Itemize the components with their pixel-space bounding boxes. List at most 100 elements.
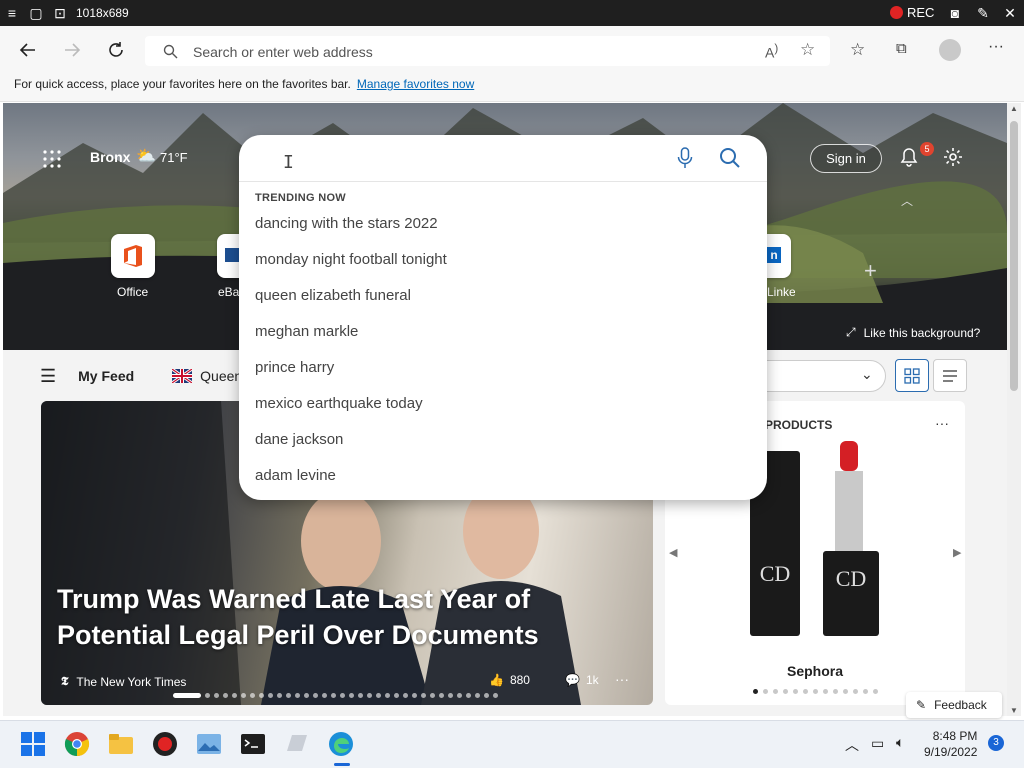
my-feed-tab[interactable]: My Feed [78,368,134,384]
feedback-button[interactable]: ✎ Feedback [906,692,1002,718]
window-title: 1018x689 [76,6,129,20]
card-more-icon[interactable]: ··· [615,671,629,687]
taskbar: ︿ ▭ 🔈︎ [0,720,1024,768]
search-submit-icon[interactable] [719,147,741,174]
crop-icon[interactable]: ⊡ [52,5,68,21]
carousel-prev-icon[interactable]: ◀ [669,546,677,559]
volume-icon[interactable]: 🔈︎ [896,734,904,751]
quicklink-office[interactable] [111,234,155,278]
rec-label: REC [907,5,935,20]
window-titlebar: ≡ ▢ ⊡ 1018x689 REC ◙ ✎ ✕ [0,0,1024,26]
like-background-button[interactable]: ⤢ Like this background? [846,325,980,340]
feedback-icon: ✎ [916,698,927,712]
scrollbar-thumb[interactable] [1010,121,1018,391]
partly-sunny-icon: ⛅ [136,148,156,165]
ebay-bag-icon [225,248,239,262]
hamburger-icon[interactable]: ≡ [4,5,20,21]
feed-menu-icon[interactable]: ☰ [40,366,56,387]
office-logo-icon [124,245,142,267]
settings-gear-icon[interactable] [943,147,963,172]
app-icon[interactable] [284,731,310,757]
carousel-dots[interactable] [173,693,498,698]
window-icon[interactable]: ▢ [28,5,44,21]
quicklink-linkedin[interactable]: n [767,234,791,278]
terminal-icon[interactable] [240,731,266,757]
scroll-up-icon[interactable]: ▲ [1010,104,1018,113]
weather-location[interactable]: Bronx [90,149,130,165]
edge-icon[interactable] [328,731,354,757]
pen-icon[interactable]: ✎ [975,5,991,21]
quicklink-ebay[interactable] [217,234,239,278]
reactions-button[interactable]: 👍 880 [489,673,530,687]
comments-button[interactable]: 💬 1k [565,673,599,687]
news-source-label: The New York Times [76,674,187,689]
search-suggestions-popup: I TRENDING NOW dancing with the stars 20… [239,135,767,500]
add-favorite-icon[interactable]: ☆ [800,40,815,60]
nyt-logo-icon: 𝕿 [61,674,69,688]
address-bar[interactable]: Search or enter web address A) ☆ [145,36,830,66]
photos-icon[interactable] [196,731,222,757]
screen-recorder-icon[interactable] [152,731,178,757]
weather-temperature[interactable]: 71°F [160,150,188,165]
more-options-icon[interactable]: ··· [988,38,1004,56]
add-shortcut-icon[interactable]: + [864,258,877,284]
suggestion-item[interactable]: dane jackson [255,429,447,465]
product-brand[interactable]: Sephora [665,663,965,679]
suggestion-item[interactable]: mexico earthquake today [255,393,447,429]
feed-nav: ☰ My Feed Queen [40,362,242,390]
grid-icon [904,367,920,384]
products-card-header: PRODUCTS [765,418,833,432]
chevron-up-icon[interactable]: ︿ [901,192,913,209]
suggestions-list: dancing with the stars 2022 monday night… [255,213,447,501]
chevron-up-icon[interactable]: ︿ [845,735,859,755]
favorites-bar: For quick access, place your favorites h… [14,77,474,91]
like-background-label: Like this background? [863,325,981,340]
camera-icon[interactable]: ◙ [947,5,963,21]
suggestion-item[interactable]: adam levine [255,465,447,501]
list-view-button[interactable] [933,359,967,392]
page-scrollbar[interactable] [1007,103,1021,716]
news-headline[interactable]: Trump Was Warned Late Last Year of Poten… [57,581,577,653]
chrome-icon[interactable] [64,731,90,757]
product-carousel-dots[interactable] [753,689,878,694]
taskbar-clock[interactable]: 8:48 PM 9/19/2022 [924,728,977,760]
profile-avatar[interactable] [939,39,961,61]
notifications-bell-icon[interactable] [900,147,918,172]
sign-in-button[interactable]: Sign in [810,144,882,173]
manage-favorites-link[interactable]: Manage favorites now [357,77,474,91]
rec-indicator[interactable]: REC [890,5,934,20]
suggestion-item[interactable]: monday night football tonight [255,249,447,285]
card-more-icon[interactable]: ··· [935,415,949,431]
collections-icon[interactable]: ⧉ [896,40,907,57]
feed-dropdown[interactable]: ⌄ [748,360,886,392]
comment-icon: 💬 [565,673,580,687]
refresh-button[interactable] [102,36,130,64]
read-aloud-icon[interactable]: A) [765,42,778,61]
windows-start-icon[interactable] [20,731,46,757]
carousel-next-icon[interactable]: ▶ [953,546,961,559]
divider [239,181,767,182]
grid-view-button[interactable] [895,359,929,392]
suggestion-item[interactable]: queen elizabeth funeral [255,285,447,321]
file-explorer-icon[interactable] [108,731,134,757]
suggestion-item[interactable]: dancing with the stars 2022 [255,213,447,249]
microphone-icon[interactable] [677,147,693,174]
close-icon[interactable]: ✕ [1002,5,1018,21]
apps-launcher-icon[interactable] [43,150,61,173]
favbar-text: For quick access, place your favorites h… [14,77,351,91]
back-button[interactable] [14,36,42,64]
news-source[interactable]: 𝕿 The New York Times [61,674,186,689]
search-icon [163,44,178,59]
suggestion-item[interactable]: prince harry [255,357,447,393]
back-arrow-icon [19,43,35,57]
list-icon [943,369,957,382]
favorites-icon[interactable]: ☆ [850,40,865,60]
scroll-down-icon[interactable]: ▼ [1010,706,1018,715]
display-icon[interactable]: ▭ [871,735,884,752]
suggestion-item[interactable]: meghan markle [255,321,447,357]
notification-center-badge[interactable]: 3 [988,735,1004,751]
queen-tab[interactable]: Queen [200,368,242,384]
search-input[interactable] [239,135,659,181]
forward-button[interactable] [58,36,86,64]
notification-count-badge: 5 [920,142,934,156]
